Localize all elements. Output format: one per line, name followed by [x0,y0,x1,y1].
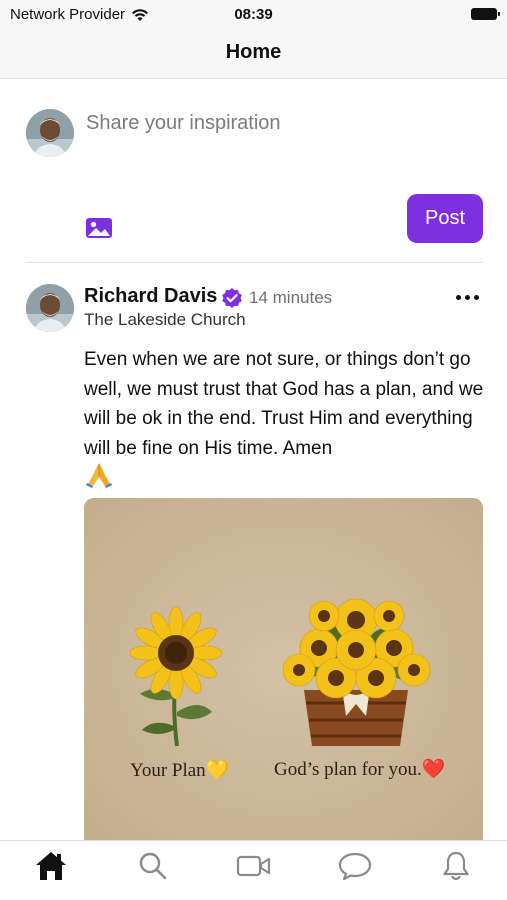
tab-messages[interactable] [337,849,373,883]
praying-hands-icon [86,463,112,488]
page-title: Home [225,41,282,63]
verified-badge-icon [222,288,242,308]
post-body: Even when we are not sure, or things don… [84,349,484,459]
image-icon[interactable] [85,216,113,240]
tab-video[interactable] [236,849,272,883]
post-church-name[interactable]: The Lakeside Church [84,310,246,330]
home-icon [36,852,66,880]
post-image[interactable]: Your Plan💛 God’s plan for you.❤️ [84,498,483,843]
tab-bar [0,840,507,900]
status-time: 08:39 [234,6,273,23]
nav-header: Home [0,28,507,79]
image-caption-right: God’s plan for you.❤️ [274,759,446,780]
post-button[interactable]: Post [407,194,483,243]
chat-icon [338,852,372,881]
battery-icon [471,8,500,20]
more-options-icon[interactable] [456,291,480,303]
video-icon [236,855,271,877]
post-timestamp: 14 minutes [249,288,333,307]
tab-home[interactable] [33,849,69,883]
tab-notifications[interactable] [438,849,474,883]
divider [26,262,483,263]
post-author-name[interactable]: Richard Davis [84,285,217,308]
composer-input[interactable]: Share your inspiration [86,112,281,135]
tab-search[interactable] [135,849,171,883]
image-caption-left: Your Plan💛 [130,760,230,781]
sunflower-illustration [84,498,483,843]
avatar[interactable] [26,109,74,157]
post-author-avatar[interactable] [26,284,74,332]
bell-icon [443,851,469,881]
search-icon [139,852,167,880]
avatar-image [26,109,74,157]
status-bar: Network Provider 08:39 [0,0,507,28]
avatar-image [26,284,74,332]
